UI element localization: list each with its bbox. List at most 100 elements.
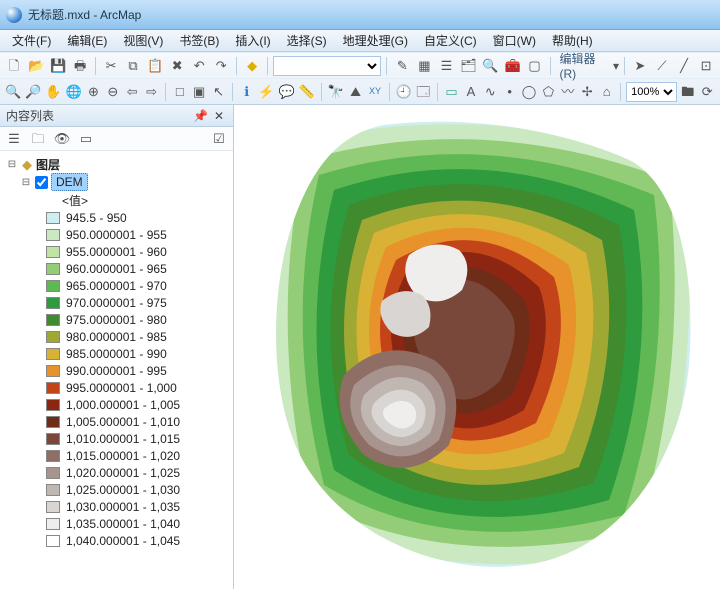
close-icon[interactable]: ✕ — [211, 109, 227, 123]
open-doc-icon[interactable]: 📂 — [26, 55, 46, 77]
select-features-icon[interactable]: □ — [171, 81, 188, 103]
legend-item[interactable]: 1,015.000001 - 1,020 — [4, 447, 229, 464]
editor-dropdown-label[interactable]: 编辑器(R) — [555, 50, 610, 81]
draw-poly-icon[interactable]: ⬠ — [540, 81, 557, 103]
legend-item[interactable]: 1,000.000001 - 1,005 — [4, 396, 229, 413]
hyperlink-icon[interactable]: ⚡ — [257, 81, 275, 103]
zoom-percent-combo[interactable]: 100% — [626, 82, 677, 102]
map-view[interactable] — [234, 105, 720, 589]
pin-icon[interactable]: 📌 — [190, 109, 211, 123]
legend-item[interactable]: 1,005.000001 - 1,010 — [4, 413, 229, 430]
legend-item[interactable]: 950.0000001 - 955 — [4, 226, 229, 243]
menu-insert[interactable]: 插入(I) — [227, 30, 278, 51]
save-icon[interactable]: 💾 — [48, 55, 68, 77]
legend-item[interactable]: 985.0000001 - 990 — [4, 345, 229, 362]
refresh-icon[interactable]: 🖿 — [679, 81, 696, 103]
menu-edit[interactable]: 编辑(E) — [59, 30, 115, 51]
legend-item[interactable]: 1,025.000001 - 1,030 — [4, 481, 229, 498]
legend-item[interactable]: 965.0000001 - 970 — [4, 277, 229, 294]
legend-item[interactable]: 1,010.000001 - 1,015 — [4, 430, 229, 447]
redo-icon[interactable]: ↷ — [211, 55, 231, 77]
collapse-icon[interactable]: ⊟ — [6, 159, 18, 170]
layer-visibility-checkbox[interactable] — [35, 176, 48, 189]
arc-toolbox-icon[interactable]: 🧰 — [503, 55, 523, 77]
menu-custom[interactable]: 自定义(C) — [416, 30, 485, 51]
time-slider-icon[interactable]: 🕘 — [394, 81, 412, 103]
html-popup-icon[interactable]: 💬 — [278, 81, 296, 103]
find-icon[interactable]: 🔭 — [327, 81, 345, 103]
menu-geoprocessing[interactable]: 地理处理(G) — [335, 30, 416, 51]
list-by-selection-icon[interactable]: ▭ — [76, 129, 96, 149]
zoom-in-icon[interactable]: 🔍 — [4, 81, 22, 103]
collapse-icon[interactable]: ⊟ — [20, 177, 32, 188]
identify-icon[interactable]: ℹ — [238, 81, 255, 103]
draw-point-icon[interactable]: • — [501, 81, 518, 103]
fixed-zoom-out-icon[interactable]: ⊖ — [104, 81, 121, 103]
legend-item[interactable]: 980.0000001 - 985 — [4, 328, 229, 345]
menu-file[interactable]: 文件(F) — [4, 30, 59, 51]
legend-item[interactable]: 995.0000001 - 1,000 — [4, 379, 229, 396]
tree-root[interactable]: ⊟ ◆ 图层 — [4, 155, 229, 173]
python-icon[interactable]: ▢ — [525, 55, 545, 77]
draw-marker-icon[interactable]: ✢ — [579, 81, 596, 103]
draw-rect-icon[interactable]: ▭ — [443, 81, 460, 103]
go-to-xy-icon[interactable]: XY — [366, 81, 383, 103]
table-icon[interactable]: ▦ — [414, 55, 434, 77]
pointer-icon[interactable]: ↖ — [210, 81, 227, 103]
pan-icon[interactable]: ✋ — [44, 81, 62, 103]
catalog-icon[interactable]: 🗂 — [458, 55, 478, 77]
menu-select[interactable]: 选择(S) — [279, 30, 335, 51]
undo-icon[interactable]: ↶ — [189, 55, 209, 77]
copy-icon[interactable]: ⧉ — [123, 55, 143, 77]
draw-circle-icon[interactable]: ◯ — [520, 81, 537, 103]
pause-icon[interactable]: ⟳ — [698, 81, 715, 103]
list-by-source-icon[interactable]: 🗀 — [28, 129, 48, 149]
tree-layer[interactable]: ⊟ DEM — [4, 173, 229, 191]
forward-extent-icon[interactable]: ⇨ — [143, 81, 160, 103]
scale-combo[interactable] — [273, 56, 381, 76]
legend-item[interactable]: 970.0000001 - 975 — [4, 294, 229, 311]
editor-tool-2-icon[interactable]: ╱ — [674, 55, 694, 77]
create-viewer-icon[interactable]: 🗔 — [415, 81, 432, 103]
menu-window[interactable]: 窗口(W) — [485, 30, 544, 51]
delete-icon[interactable]: ✖ — [167, 55, 187, 77]
layer-name[interactable]: DEM — [51, 173, 88, 191]
menu-help[interactable]: 帮助(H) — [544, 30, 601, 51]
legend-item[interactable]: 990.0000001 - 995 — [4, 362, 229, 379]
editor-tool-1-icon[interactable]: ⟋ — [652, 55, 672, 77]
draw-line-icon[interactable]: ∿ — [482, 81, 499, 103]
editor-toolbar-icon[interactable]: ✎ — [392, 55, 412, 77]
legend-item[interactable]: 1,040.000001 - 1,045 — [4, 532, 229, 549]
draw-curve-icon[interactable]: 〰 — [559, 81, 576, 103]
legend-item[interactable]: 955.0000001 - 960 — [4, 243, 229, 260]
back-extent-icon[interactable]: ⇦ — [124, 81, 141, 103]
legend-item[interactable]: 945.5 - 950 — [4, 209, 229, 226]
legend-item[interactable]: 1,020.000001 - 1,025 — [4, 464, 229, 481]
menu-bookmarks[interactable]: 书签(B) — [171, 30, 227, 51]
legend-item[interactable]: 960.0000001 - 965 — [4, 260, 229, 277]
editor-arrow-icon[interactable]: ➤ — [630, 55, 650, 77]
full-extent-icon[interactable]: 🌐 — [65, 81, 83, 103]
legend-item[interactable]: 975.0000001 - 980 — [4, 311, 229, 328]
draw-text-icon[interactable]: A — [462, 81, 479, 103]
print-icon[interactable]: 🖶 — [70, 55, 90, 77]
list-by-visibility-icon[interactable]: 👁 — [52, 129, 72, 149]
fixed-zoom-in-icon[interactable]: ⊕ — [85, 81, 102, 103]
draw-callout-icon[interactable]: ⌂ — [598, 81, 615, 103]
add-data-icon[interactable]: ◆ — [242, 55, 262, 77]
legend-item[interactable]: 1,035.000001 - 1,040 — [4, 515, 229, 532]
find-route-icon[interactable]: ⛰ — [347, 81, 364, 103]
legend-item[interactable]: 1,030.000001 - 1,035 — [4, 498, 229, 515]
options-icon[interactable]: ☑ — [209, 129, 229, 149]
new-doc-icon[interactable]: 🗋 — [4, 55, 24, 77]
list-by-drawing-order-icon[interactable]: ☰ — [4, 129, 24, 149]
clear-selection-icon[interactable]: ▣ — [190, 81, 207, 103]
cut-icon[interactable]: ✂ — [101, 55, 121, 77]
search-icon[interactable]: 🔍 — [480, 55, 500, 77]
editor-tool-3-icon[interactable]: ⊡ — [696, 55, 716, 77]
zoom-out-icon[interactable]: 🔎 — [24, 81, 42, 103]
toc-icon[interactable]: ☰ — [436, 55, 456, 77]
paste-icon[interactable]: 📋 — [145, 55, 165, 77]
menu-view[interactable]: 视图(V) — [115, 30, 171, 51]
measure-icon[interactable]: 📏 — [298, 81, 316, 103]
